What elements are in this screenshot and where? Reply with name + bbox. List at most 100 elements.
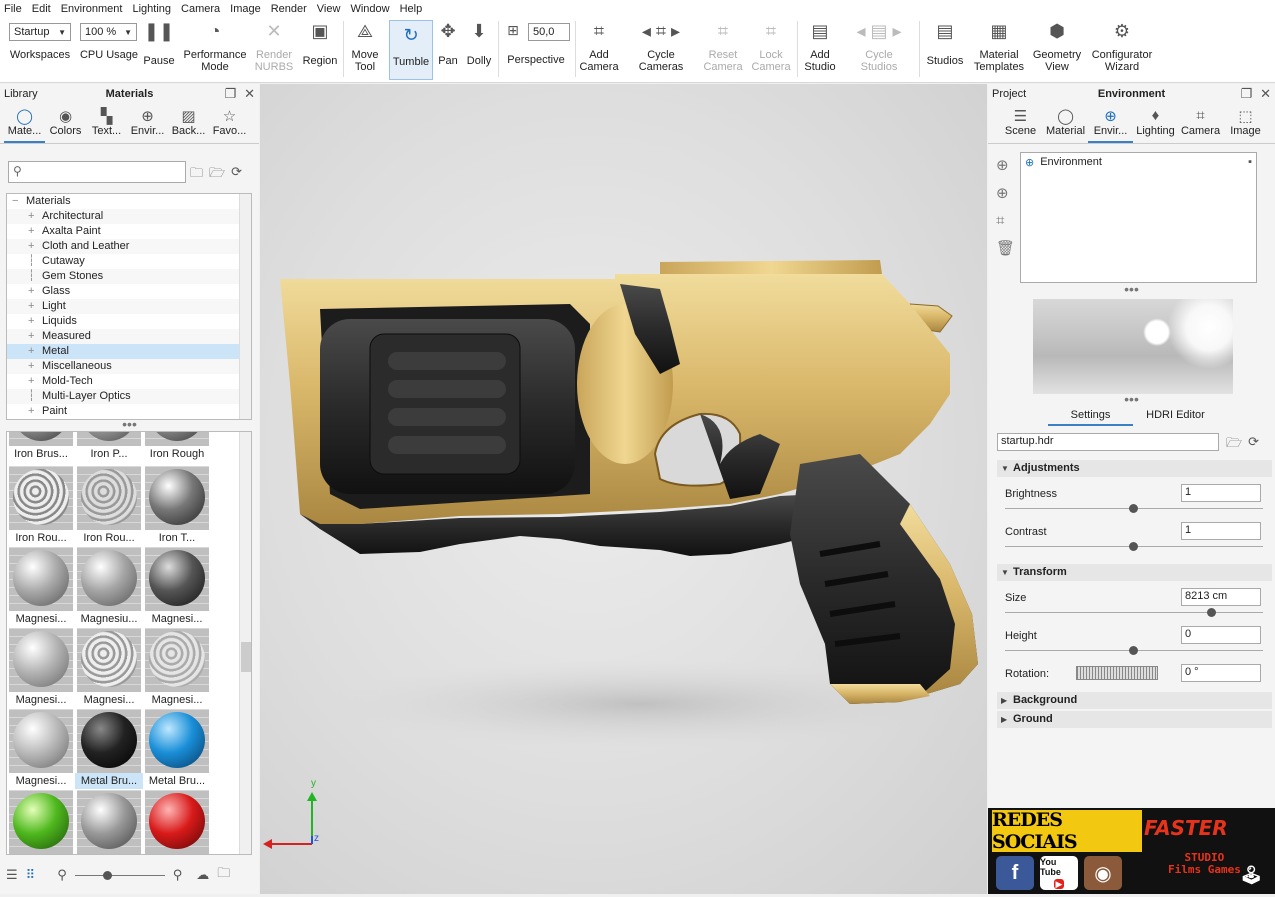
slider-handle[interactable]	[1207, 608, 1216, 617]
material-thumb[interactable]: Iron Rou...	[9, 466, 73, 546]
lock-camera-button[interactable]: ⌗ Lock Camera	[750, 17, 792, 83]
trash-icon[interactable]: 🗑	[996, 239, 1015, 257]
splitter-handle[interactable]: •••	[0, 417, 259, 431]
menu-help[interactable]: Help	[400, 3, 423, 15]
tab-materials[interactable]: ◯ Mate...	[4, 104, 45, 143]
material-thumb[interactable]: Magnesi...	[145, 547, 209, 627]
tree-item-liquids[interactable]: + Liquids	[7, 314, 251, 329]
tab-settings[interactable]: Settings	[1048, 406, 1133, 426]
facebook-icon[interactable]: f	[996, 856, 1034, 890]
restore-icon[interactable]: ❐	[1240, 86, 1252, 102]
material-templates-button[interactable]: ▦ Material Templates	[970, 17, 1028, 83]
zoom-out-icon[interactable]: ⚲	[57, 867, 67, 883]
material-thumb[interactable]: Iron Rou...	[77, 466, 141, 546]
close-icon[interactable]: ✕	[244, 86, 255, 102]
add-camera-button[interactable]: ⌗ Add Camera	[578, 17, 620, 83]
dolly-button[interactable]: ⬇ Dolly	[464, 17, 494, 83]
tree-item-mold-tech[interactable]: + Mold-Tech	[7, 374, 251, 389]
menu-camera[interactable]: Camera	[181, 3, 220, 15]
configurator-wizard-button[interactable]: ⚙ Configurator Wizard	[1088, 17, 1156, 83]
zoom-in-icon[interactable]: ⚲	[173, 867, 183, 883]
pan-button[interactable]: ✥ Pan	[436, 17, 460, 83]
splitter-handle[interactable]: •••	[988, 282, 1275, 296]
material-thumb[interactable]: Metal Bru...	[145, 709, 209, 789]
tree-item-axalta-paint[interactable]: + Axalta Paint	[7, 224, 251, 239]
tumble-button[interactable]: ↻ Tumble	[389, 20, 433, 80]
lock-icon[interactable]: ▪	[1248, 156, 1252, 168]
height-slider[interactable]	[1005, 646, 1263, 655]
cycle-cameras-button[interactable]: ◂ ⌗ ▸ Cycle Cameras	[628, 17, 694, 83]
cycle-studios-button[interactable]: ◂ ▤ ▸ Cycle Studios	[846, 17, 912, 83]
tree-item-miscellaneous[interactable]: + Miscellaneous	[7, 359, 251, 374]
grid-view-icon[interactable]: ⠿	[26, 867, 36, 883]
material-thumb[interactable]	[145, 790, 209, 854]
thumbnail-size-slider[interactable]	[74, 870, 165, 880]
render-viewport[interactable]: y z	[260, 84, 987, 894]
menu-render[interactable]: Render	[271, 3, 307, 15]
menu-environment[interactable]: Environment	[61, 3, 123, 15]
add-folder-icon[interactable]: 🗀	[190, 164, 203, 186]
height-input[interactable]: 0	[1181, 626, 1261, 644]
tree-item-cutaway[interactable]: ┆ Cutaway	[7, 254, 251, 269]
size-slider[interactable]	[1005, 608, 1263, 617]
fov-input[interactable]: 50,0	[528, 23, 570, 41]
tree-item-metal[interactable]: + Metal	[7, 344, 251, 359]
adjustments-section[interactable]: ▼ Adjustments	[997, 460, 1272, 477]
rotation-dial[interactable]	[1076, 666, 1158, 680]
add-studio-button[interactable]: ▤ Add Studio	[800, 17, 840, 83]
material-thumb[interactable]: Magnesiu...	[77, 547, 141, 627]
material-thumb[interactable]: Metal Bru...	[75, 709, 143, 789]
material-thumb[interactable]: Iron T...	[145, 466, 209, 546]
environment-list-item[interactable]: ⊕ Environment ▪	[1021, 153, 1256, 171]
tab-lighting[interactable]: ♦ Lighting	[1133, 104, 1178, 143]
studios-button[interactable]: ▤ Studios	[924, 17, 966, 83]
transform-section[interactable]: ▼ Transform	[997, 564, 1272, 581]
move-tool-button[interactable]: ⟁ Move Tool	[346, 17, 384, 83]
tab-image[interactable]: ⬚ Image	[1223, 104, 1268, 143]
menu-file[interactable]: File	[4, 3, 22, 15]
menu-lighting[interactable]: Lighting	[132, 3, 171, 15]
menu-image[interactable]: Image	[230, 3, 261, 15]
contrast-input[interactable]: 1	[1181, 522, 1261, 540]
restore-icon[interactable]: ❐	[224, 86, 236, 102]
refresh-icon[interactable]: ⟳	[231, 164, 242, 186]
thumbs-scrollbar[interactable]	[239, 432, 251, 854]
contrast-slider[interactable]	[1005, 542, 1263, 551]
hdri-preview[interactable]	[1033, 299, 1233, 394]
menu-window[interactable]: Window	[350, 3, 389, 15]
slider-handle[interactable]	[1129, 542, 1138, 551]
tree-item-architectural[interactable]: + Architectural	[7, 209, 251, 224]
tree-item-multi-layer-optics[interactable]: ┆ Multi-Layer Optics	[7, 389, 251, 404]
material-thumb[interactable]: Iron P...	[77, 432, 141, 462]
tab-favorites[interactable]: ☆ Favo...	[209, 104, 250, 143]
tab-environment[interactable]: ⊕ Envir...	[1088, 104, 1133, 143]
fov-icon-button[interactable]: ⊞	[502, 21, 524, 41]
tab-textures[interactable]: ▚ Text...	[86, 104, 127, 143]
render-nurbs-button[interactable]: ✕ Render NURBS	[252, 17, 296, 83]
cloud-upload-icon[interactable]: ☁	[196, 867, 209, 883]
tab-environments[interactable]: ⊕ Envir...	[127, 104, 168, 143]
ground-section[interactable]: ▶ Ground	[997, 711, 1272, 728]
refresh-icon[interactable]: ⟳	[1248, 434, 1259, 456]
folder-open-icon[interactable]: 🗁	[1226, 434, 1242, 456]
tab-hdri-editor[interactable]: HDRI Editor	[1133, 406, 1218, 426]
tree-item-gem-stones[interactable]: ┆ Gem Stones	[7, 269, 251, 284]
list-view-icon[interactable]: ☰	[6, 867, 18, 883]
region-button[interactable]: ▣ Region	[300, 17, 340, 83]
instagram-icon[interactable]: ◉	[1084, 856, 1122, 890]
material-thumb[interactable]: Iron Brus...	[9, 432, 73, 462]
folder-import-icon[interactable]: 🗀	[217, 864, 230, 886]
tree-item-measured[interactable]: + Measured	[7, 329, 251, 344]
slider-handle[interactable]	[1129, 504, 1138, 513]
tree-root[interactable]: − Materials	[7, 194, 251, 209]
tab-camera[interactable]: ⌗ Camera	[1178, 104, 1223, 143]
tab-material[interactable]: ◯ Material	[1043, 104, 1088, 143]
globe-duplicate-icon[interactable]: ⊕	[996, 184, 1015, 202]
tree-scrollbar[interactable]	[239, 194, 251, 419]
reset-camera-button[interactable]: ⌗ Reset Camera	[700, 17, 746, 83]
workspace-select[interactable]: Startup ▼	[9, 23, 71, 41]
close-icon[interactable]: ✕	[1260, 86, 1271, 102]
tree-item-light[interactable]: + Light	[7, 299, 251, 314]
slider-handle[interactable]	[1129, 646, 1138, 655]
tab-colors[interactable]: ◉ Colors	[45, 104, 86, 143]
